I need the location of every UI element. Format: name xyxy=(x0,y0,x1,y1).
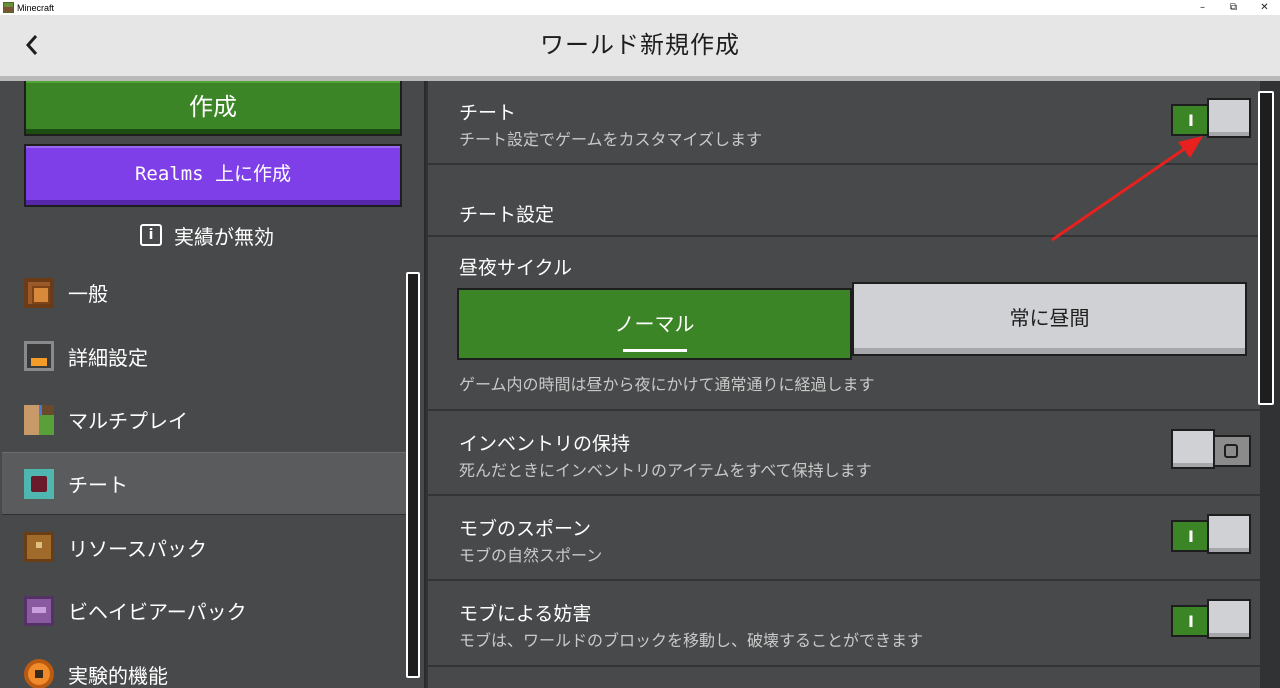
maximize-button[interactable]: ⧉ xyxy=(1218,0,1249,15)
experiments-icon xyxy=(24,659,54,688)
cheat-settings-heading: チート設定 xyxy=(459,204,555,226)
advanced-icon xyxy=(24,341,54,372)
cheat-settings-heading-row: チート設定 xyxy=(428,165,1260,237)
day-cycle-label: 昼夜サイクル xyxy=(459,257,573,279)
nav-item-label: 詳細設定 xyxy=(68,345,148,370)
keep-inventory-desc: 死んだときにインベントリのアイテムをすべて保持します xyxy=(459,461,872,480)
nav-item-behavior-packs[interactable]: ビヘイビアーパック xyxy=(2,579,406,643)
option-label: ノーマル xyxy=(614,311,695,336)
behavior-pack-icon xyxy=(24,595,54,626)
page-title: ワールド新規作成 xyxy=(540,31,740,59)
day-cycle-option-normal[interactable]: ノーマル xyxy=(457,288,852,360)
nav-item-cheats[interactable]: チート xyxy=(2,451,406,516)
right-scrollbar[interactable] xyxy=(1258,91,1274,405)
toggle-off-indicator xyxy=(1211,435,1251,467)
toggle-knob xyxy=(1207,599,1251,639)
mob-griefing-desc: モブは、ワールドのブロックを移動し、破壊することができます xyxy=(459,631,924,650)
toggle-on-indicator: I xyxy=(1171,605,1211,637)
minecraft-app-icon xyxy=(3,2,14,13)
left-scrollbar[interactable] xyxy=(406,272,420,678)
nav-item-label: マルチプレイ xyxy=(68,409,188,434)
mob-spawning-desc: モブの自然スポーン xyxy=(459,546,603,565)
nav-item-label: リソースパック xyxy=(68,536,207,561)
toggle-on-indicator: I xyxy=(1171,104,1211,136)
cheats-desc: チート設定でゲームをカスタマイズします xyxy=(459,130,763,149)
day-cycle-selector: ノーマル 常に昼間 xyxy=(457,282,1247,360)
window-titlebar: Minecraft – ⧉ ✕ xyxy=(0,0,1280,15)
mob-spawning-toggle[interactable]: I xyxy=(1171,514,1251,558)
cheats-row: チート チート設定でゲームをカスタマイズします I xyxy=(428,81,1260,165)
multiplayer-icon xyxy=(24,404,54,435)
keep-inventory-toggle[interactable] xyxy=(1171,429,1251,473)
toggle-knob xyxy=(1207,514,1251,554)
window-controls: – ⧉ ✕ xyxy=(1187,0,1280,15)
window-title: Minecraft xyxy=(17,2,55,13)
cheats-label: チート xyxy=(459,102,517,124)
minimize-button[interactable]: – xyxy=(1187,0,1218,15)
toggle-knob xyxy=(1171,429,1215,469)
cheat-icon xyxy=(24,468,54,499)
mob-griefing-label: モブによる妨害 xyxy=(459,603,592,625)
resource-pack-icon xyxy=(24,532,54,563)
mob-griefing-row: モブによる妨害 モブは、ワールドのブロックを移動し、破壊することができます I xyxy=(428,581,1260,667)
toggle-on-indicator: I xyxy=(1171,520,1211,552)
nav-item-general[interactable]: 一般 xyxy=(2,261,406,325)
day-cycle-desc: ゲーム内の時間は昼から夜にかけて通常通りに経過します xyxy=(459,375,875,394)
general-icon xyxy=(24,277,54,308)
nav-item-advanced[interactable]: 詳細設定 xyxy=(2,325,406,389)
mob-spawning-label: モブのスポーン xyxy=(459,518,592,540)
toggle-knob xyxy=(1207,98,1251,138)
day-cycle-option-always-day[interactable]: 常に昼間 xyxy=(852,282,1247,356)
keep-inventory-row: インベントリの保持 死んだときにインベントリのアイテムをすべて保持します xyxy=(428,411,1260,496)
settings-nav: 一般 詳細設定 マルチプレイ チート リソースパック ビヘイビアーパック 実験的… xyxy=(2,261,406,688)
header-bar: ワールド新規作成 xyxy=(0,15,1280,76)
nav-item-label: ビヘイビアーパック xyxy=(68,600,247,625)
info-icon: i xyxy=(140,224,162,246)
selected-underline xyxy=(623,349,687,352)
achievements-disabled-notice: i 実績が無効 xyxy=(140,221,274,249)
nav-item-experiments[interactable]: 実験的機能 xyxy=(2,643,406,688)
nav-item-label: チート xyxy=(68,473,128,498)
option-label: 常に昼間 xyxy=(1009,305,1090,330)
achievements-label: 実績が無効 xyxy=(174,224,274,249)
mob-spawning-row: モブのスポーン モブの自然スポーン I xyxy=(428,496,1260,581)
left-panel: 作成 Realms 上に作成 i 実績が無効 一般 詳細設定 マルチプレイ チー… xyxy=(0,81,426,688)
nav-item-label: 実験的機能 xyxy=(68,663,168,688)
cheats-toggle[interactable]: I xyxy=(1171,98,1251,142)
settings-content: チート チート設定でゲームをカスタマイズします I チート設定 昼夜サイクル ゲ… xyxy=(428,81,1260,688)
keep-inventory-label: インベントリの保持 xyxy=(459,433,631,455)
nav-item-multiplayer[interactable]: マルチプレイ xyxy=(2,388,406,452)
mob-griefing-toggle[interactable]: I xyxy=(1171,599,1251,643)
create-button[interactable]: 作成 xyxy=(24,81,402,136)
nav-item-resource-packs[interactable]: リソースパック xyxy=(2,515,406,579)
close-button[interactable]: ✕ xyxy=(1249,0,1280,15)
nav-item-label: 一般 xyxy=(68,282,108,307)
create-on-realms-button[interactable]: Realms 上に作成 xyxy=(24,144,402,207)
